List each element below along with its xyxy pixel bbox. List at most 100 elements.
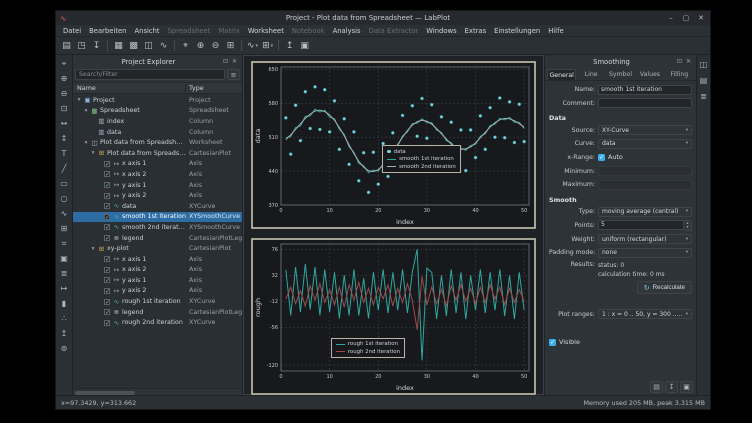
visibility-checkbox[interactable]: ✓ [104,277,110,283]
visibility-checkbox[interactable]: ✓ [104,267,110,273]
tab-filling[interactable]: Filling [665,69,694,80]
menu-bearbeiten[interactable]: Bearbeiten [85,27,130,35]
maximize-button[interactable]: ▢ [681,14,691,22]
spin-down-icon[interactable]: ▾ [684,225,691,230]
menu-matrix[interactable]: Matrix [214,27,243,35]
expander-icon[interactable]: ▾ [82,108,90,114]
x-range-checkbox[interactable]: ✓ [598,154,605,161]
spin-buttons[interactable]: ▴▾ [684,220,692,231]
tree-row[interactable]: ✓≣legendCartesianPlotLegend [73,307,242,318]
new-worksheet-button[interactable]: ◫ [141,38,156,53]
menu-extras[interactable]: Extras [461,27,490,35]
plot-legend[interactable]: rough 1st iterationrough 2nd iteration [331,338,405,358]
tree-row[interactable]: ✓↦x axis 1Axis [73,159,242,170]
export-button[interactable]: ↥ [282,38,297,53]
tree-row[interactable]: ✓↦y axis 2Axis [73,190,242,201]
tree-row[interactable]: ▾▦SpreadsheetSpreadsheet [73,106,242,117]
zoom-out-button[interactable]: ⊖ [208,38,223,53]
menu-ansicht[interactable]: Ansicht [130,27,163,35]
add-curve-button[interactable]: ∿▾ [245,38,260,53]
print-button[interactable]: ▣ [297,38,312,53]
zoom-in-button[interactable]: ⊕ [58,72,71,85]
visibility-checkbox[interactable]: ✓ [104,309,110,315]
zoom-fit-button[interactable]: ⊡ [58,102,71,115]
pan-vertical-button[interactable]: ↕ [58,132,71,145]
source-select[interactable]: XY-Curve▾ [598,125,692,135]
column-header-name[interactable]: Name [73,84,186,92]
tree-row[interactable]: ✓↦x axis 1Axis [73,254,242,265]
tree-row[interactable]: ✓↦y axis 2Axis [73,286,242,297]
draw-line-button[interactable]: ╱ [58,162,71,175]
tree-row[interactable]: ✓↦y axis 1Axis [73,180,242,191]
axis-button[interactable]: ↦ [58,282,71,295]
horizontal-scrollbar[interactable] [73,388,242,395]
tab-general[interactable]: General [547,69,576,80]
new-spreadsheet-button[interactable]: ▦ [111,38,126,53]
properties-dock-button[interactable]: ≣ [697,90,710,103]
pan-horizontal-button[interactable]: ↔ [58,117,71,130]
filter-icon[interactable]: ≡ [227,69,240,80]
expander-icon[interactable]: ▾ [82,140,90,146]
tree-row[interactable]: ▥dataColumn [73,127,242,138]
tree-row[interactable]: ✓∿rough 2nd iterationXYCurve [73,317,242,328]
settings-button[interactable]: ⊚ [58,342,71,355]
zoom-out-button[interactable]: ⊖ [58,87,71,100]
points-input[interactable] [598,220,684,230]
curve-select[interactable]: data▾ [598,139,692,149]
expander-icon[interactable]: ▾ [89,150,97,156]
add-curve-button[interactable]: ∿ [58,207,71,220]
draw-rect-button[interactable]: ▭ [58,177,71,190]
padding-mode-select[interactable]: none▾ [598,248,692,258]
draw-ellipse-button[interactable]: ○ [58,192,71,205]
visibility-checkbox[interactable]: ✓ [104,299,110,305]
tree-row[interactable]: ▾◫Plot data from SpreadsheetWorksheet [73,137,242,148]
menu-windows[interactable]: Windows [422,27,460,35]
tab-symbol[interactable]: Symbol [606,69,635,80]
visibility-checkbox[interactable]: ✓ [104,256,110,262]
plot-legend[interactable]: datasmooth 1st iterationsmooth 2nd itera… [382,145,461,173]
tree-row[interactable]: ▾▣ProjectProject [73,95,242,106]
float-icon[interactable]: ⊡ [221,58,230,65]
name-input[interactable] [598,85,692,95]
image-button[interactable]: ▣ [58,252,71,265]
expander-icon[interactable]: ▾ [75,97,83,103]
visibility-checkbox[interactable]: ✓ [104,224,110,230]
load-template-button[interactable]: ▤ [650,381,663,393]
tree-row[interactable]: ✓≣legendCartesianPlotLegend [73,233,242,244]
project-explorer-header[interactable]: Project Explorer ⊡ ✕ [73,55,242,68]
scrollbar-thumb[interactable] [75,391,135,395]
save-project-button[interactable]: ↧ [89,38,104,53]
explorer-dock-button[interactable]: ▤ [697,74,710,87]
copy-properties-button[interactable]: ▣ [680,381,693,393]
visibility-checkbox[interactable]: ✓ [104,214,110,220]
visibility-checkbox[interactable]: ✓ [104,182,110,188]
menu-worksheet[interactable]: Worksheet [244,27,288,35]
close-icon[interactable]: ✕ [684,58,693,65]
tree-row[interactable]: ✓∿rough 1st iterationXYCurve [73,296,242,307]
scatter-button[interactable]: ∴ [58,312,71,325]
weight-select[interactable]: uniform (rectangular)▾ [598,234,692,244]
search-input[interactable] [75,69,225,80]
worksheet-dock-button[interactable]: ◫ [697,58,710,71]
visibility-checkbox[interactable]: ✓ [104,203,110,209]
visibility-checkbox[interactable]: ✓ [104,161,110,167]
visibility-checkbox[interactable]: ✓ [104,193,110,199]
expander-icon[interactable]: ▾ [89,246,97,252]
add-plot-button[interactable]: ⊞ [58,222,71,235]
open-project-button[interactable]: ◳ [74,38,89,53]
tree-row[interactable]: ✓↦y axis 1Axis [73,275,242,286]
save-template-button[interactable]: ↧ [665,381,678,393]
type-select[interactable]: moving average (central)▾ [598,207,692,217]
menu-datei[interactable]: Datei [59,27,85,35]
menu-einstellungen[interactable]: Einstellungen [490,27,544,35]
tab-values[interactable]: Values [635,69,664,80]
worksheet-view[interactable]: 65058051044037001020304050indexdata data… [243,55,544,395]
column-header-type[interactable]: Type [186,84,242,92]
menu-data-extractor[interactable]: Data Extractor [365,27,423,35]
properties-dock-header[interactable]: Smoothing ⊡ ✕ [545,55,696,68]
rough-plot-canvas[interactable]: 7632-12-56-12001020304050indexrough [251,238,536,395]
zoom-fit-button[interactable]: ⊞ [223,38,238,53]
minimize-button[interactable]: – [666,14,676,22]
menu-notebook[interactable]: Notebook [288,27,329,35]
select-button[interactable]: ⌖ [58,57,71,70]
